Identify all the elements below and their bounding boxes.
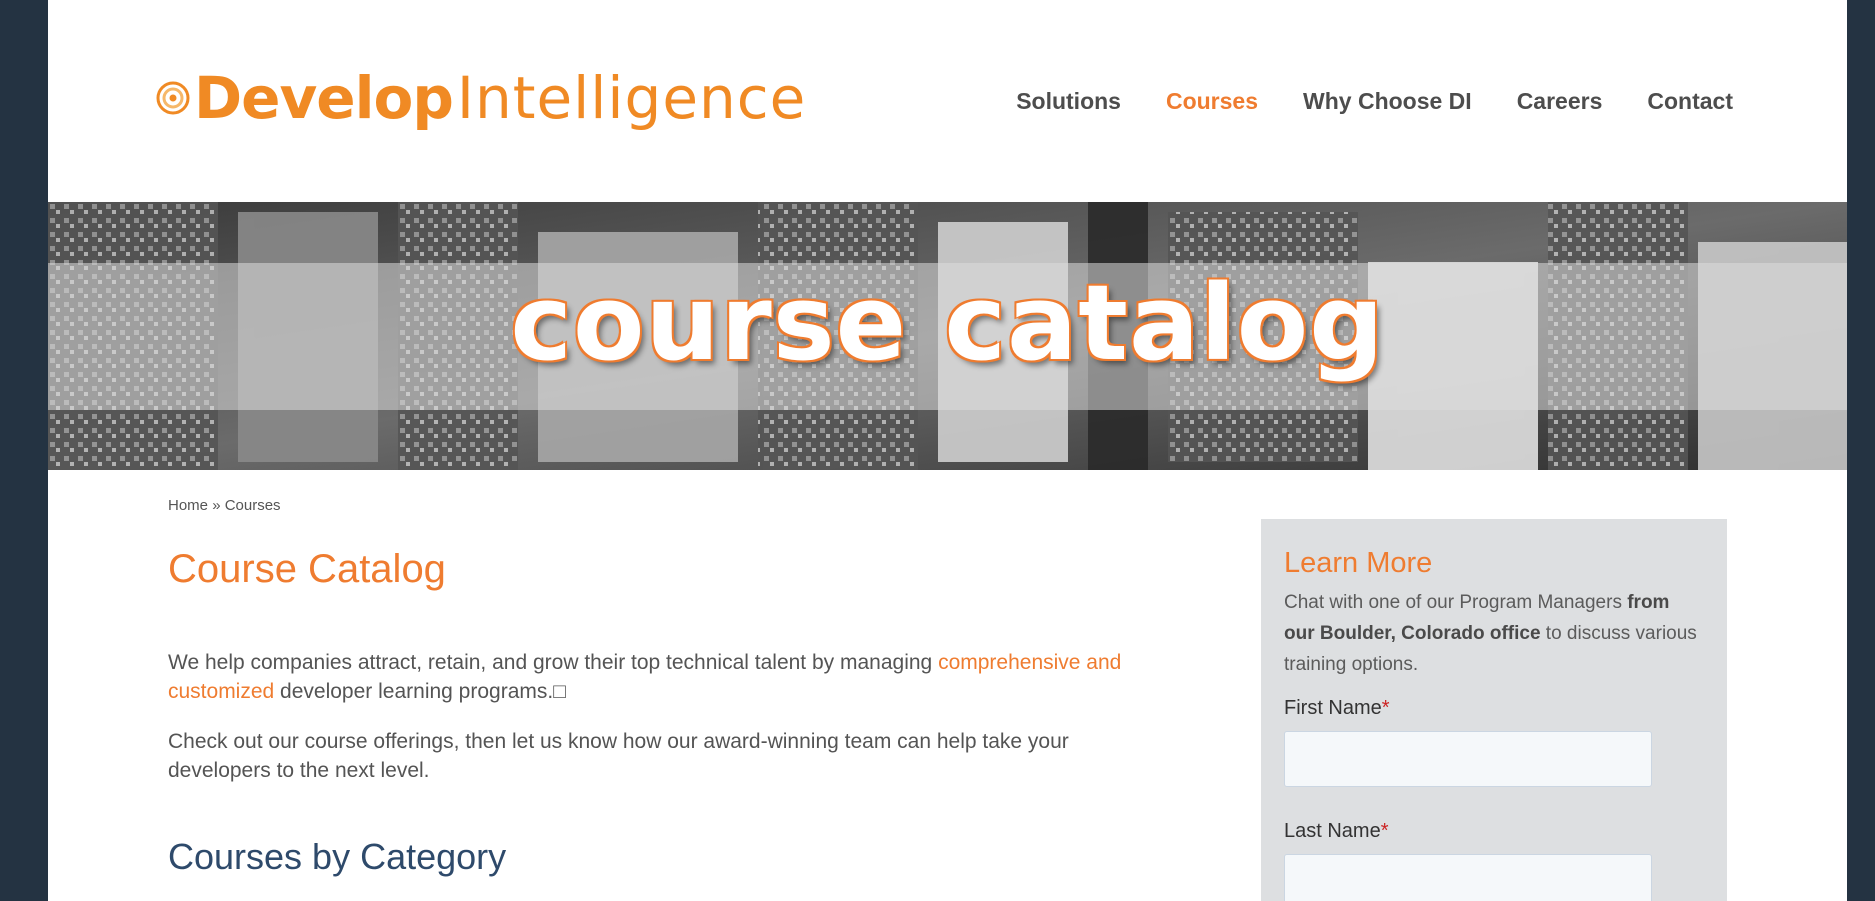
last-name-input[interactable] <box>1284 854 1652 901</box>
logo-text-bold: Develop <box>194 64 454 132</box>
sidebar-title: Learn More <box>1284 547 1433 579</box>
offerings-paragraph: Check out our course offerings, then let… <box>168 730 1069 782</box>
nav-careers[interactable]: Careers <box>1517 88 1603 115</box>
breadcrumb-separator: » <box>212 497 221 514</box>
page-title: Course Catalog <box>168 547 446 591</box>
logo[interactable]: Develop Intelligence <box>156 58 806 138</box>
logo-swirl-icon <box>156 81 190 115</box>
hero-banner: course catalog <box>48 202 1847 470</box>
first-name-label: First Name* <box>1284 697 1390 720</box>
intro-text-end: developer learning programs. <box>274 680 554 703</box>
breadcrumb-current: Courses <box>224 497 281 514</box>
first-name-label-text: First Name <box>1284 697 1382 719</box>
required-marker: * <box>1381 697 1390 719</box>
logo-text-light: Intelligence <box>456 64 807 132</box>
nav-contact[interactable]: Contact <box>1647 88 1733 115</box>
learn-more-sidebar: Learn More Chat with one of our Program … <box>1261 519 1727 901</box>
breadcrumb: Home » Courses <box>168 497 281 514</box>
main-nav: Solutions Courses Why Choose DI Careers … <box>1016 88 1733 115</box>
nav-courses[interactable]: Courses <box>1166 88 1258 115</box>
nav-solutions[interactable]: Solutions <box>1016 88 1121 115</box>
first-name-input[interactable] <box>1284 731 1652 787</box>
missing-glyph: □ <box>553 680 566 703</box>
sidebar-description: Chat with one of our Program Managers fr… <box>1284 587 1704 680</box>
breadcrumb-home[interactable]: Home <box>168 497 208 514</box>
intro-paragraph: We help companies attract, retain, and g… <box>168 648 1158 706</box>
last-name-label: Last Name* <box>1284 820 1389 843</box>
last-name-label-text: Last Name <box>1284 820 1381 842</box>
nav-why-choose-di[interactable]: Why Choose DI <box>1303 88 1472 115</box>
banner-title: course catalog <box>510 262 1385 384</box>
section-title: Courses by Category <box>168 836 507 877</box>
sidebar-text-start: Chat with one of our Program Managers <box>1284 592 1628 613</box>
intro-text: We help companies attract, retain, and g… <box>168 651 939 674</box>
required-marker: * <box>1380 820 1389 842</box>
page: Develop Intelligence Solutions Courses W… <box>48 0 1847 901</box>
